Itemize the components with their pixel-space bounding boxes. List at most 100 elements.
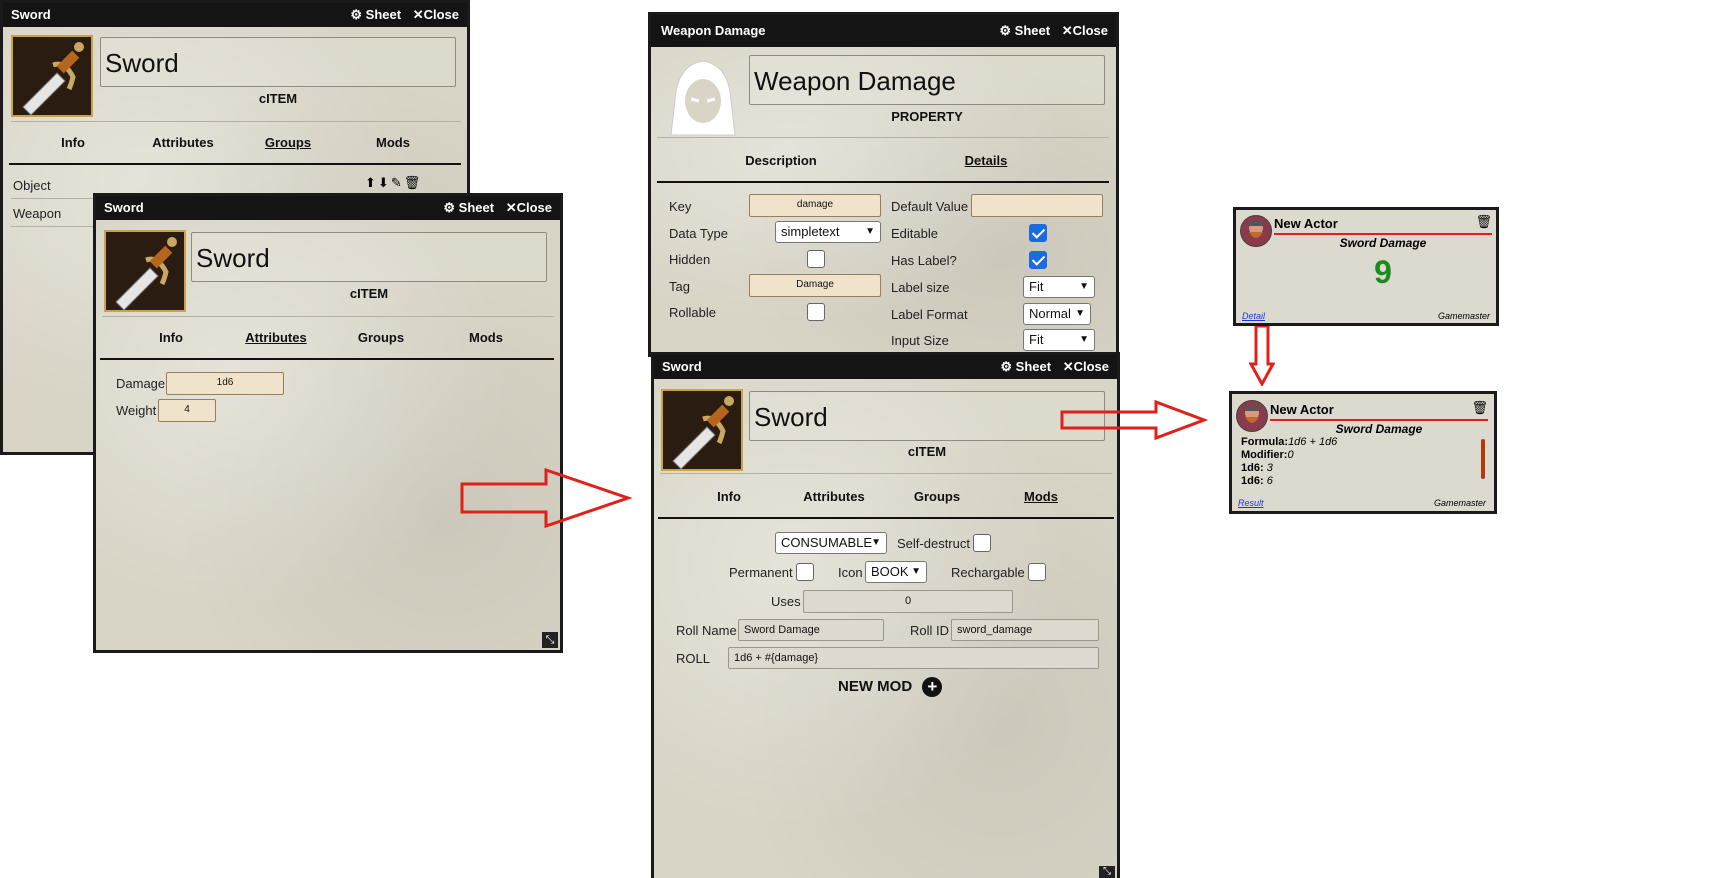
label-format-label: Label Format (891, 307, 968, 322)
editable-checkbox[interactable] (1029, 224, 1047, 242)
sheet-button[interactable]: ⚙ Sheet (1000, 359, 1051, 374)
tab-info[interactable]: Info (674, 489, 784, 504)
window-titlebar[interactable]: Weapon Damage ⚙ Sheet ✕Close (651, 15, 1116, 47)
tab-divider (657, 181, 1109, 183)
tab-info[interactable]: Info (23, 135, 123, 150)
input-size-label: Input Size (891, 333, 949, 348)
input-size-select[interactable]: Fit ▼ (1023, 329, 1095, 351)
roll-title: Sword Damage (1339, 236, 1427, 250)
tab-groups[interactable]: Groups (238, 135, 338, 150)
trash-icon[interactable]: 🗑 (1475, 214, 1492, 230)
chevron-down-icon: ▼ (865, 226, 875, 237)
key-label: Key (669, 199, 692, 214)
tab-mods[interactable]: Mods (343, 135, 443, 150)
rechargable-checkbox[interactable] (1028, 563, 1046, 581)
rollable-label: Rollable (669, 305, 716, 320)
item-type-label: cITEM (907, 444, 947, 459)
uses-input[interactable]: 0 (803, 590, 1013, 613)
tab-info[interactable]: Info (116, 330, 226, 345)
self-destruct-checkbox[interactable] (973, 534, 991, 552)
datatype-select[interactable]: simpletext ▼ (775, 221, 881, 243)
resize-icon[interactable]: ⤡ (542, 632, 558, 648)
weapon-damage-property-window: Weapon Damage ⚙ Sheet ✕Close Weapon Dama… (648, 12, 1119, 357)
window-titlebar[interactable]: Sword ⚙ Sheet ✕Close (654, 355, 1117, 379)
item-portrait[interactable] (661, 389, 743, 471)
gear-icon: ⚙ (350, 7, 363, 22)
chevron-down-icon: ▼ (1075, 308, 1085, 319)
tab-groups[interactable]: Groups (882, 489, 992, 504)
tab-groups[interactable]: Groups (326, 330, 436, 345)
permanent-checkbox[interactable] (796, 563, 814, 581)
item-portrait[interactable] (104, 230, 186, 312)
sheet-button[interactable]: ⚙ Sheet (350, 7, 401, 22)
hidden-checkbox[interactable] (807, 250, 825, 268)
roll-formula-input[interactable]: 1d6 + #{damage} (728, 647, 1099, 669)
rechargable-label: Rechargable (951, 565, 1025, 580)
new-mod-button[interactable]: NEW MOD + (838, 677, 943, 697)
roll-id-input[interactable]: sword_damage (951, 619, 1099, 641)
sheet-button[interactable]: ⚙ Sheet (443, 200, 494, 215)
edit-icon[interactable]: ✎ (391, 175, 404, 190)
sword-sheet-window-mods: Sword ⚙ Sheet ✕Close Sword cITEM Info At… (651, 352, 1120, 878)
group-row-object[interactable]: Object (13, 178, 51, 193)
tab-attributes[interactable]: Attributes (779, 489, 889, 504)
group-row-weapon[interactable]: Weapon (13, 206, 61, 221)
tag-input[interactable]: Damage (749, 274, 881, 297)
sheet-button[interactable]: ⚙ Sheet (999, 23, 1050, 38)
tab-attributes[interactable]: Attributes (128, 135, 238, 150)
red-arrow-down (1249, 324, 1275, 386)
has-label-checkbox[interactable] (1029, 251, 1047, 269)
list-item: 1d6: 6 (1241, 475, 1451, 484)
default-value-input[interactable] (971, 194, 1103, 217)
rollable-checkbox[interactable] (807, 303, 825, 321)
window-titlebar[interactable]: Sword ⚙ Sheet ✕Close (96, 196, 560, 220)
close-button[interactable]: ✕Close (1063, 359, 1109, 374)
close-label: Close (1073, 359, 1109, 374)
tab-description[interactable]: Description (721, 153, 841, 168)
window-titlebar[interactable]: Sword ⚙ Sheet ✕Close (3, 3, 467, 27)
divider (657, 137, 1109, 138)
key-input[interactable]: damage (749, 194, 881, 217)
item-name-field[interactable]: Sword (191, 232, 547, 282)
self-destruct-label: Self-destruct (897, 536, 970, 551)
mod-type-select[interactable]: CONSUMABLE ▼ (775, 532, 887, 554)
item-name-field[interactable]: Sword (100, 37, 456, 87)
item-name-field[interactable]: Sword (749, 391, 1105, 441)
close-button[interactable]: ✕Close (506, 200, 552, 215)
arrow-down-circle-icon[interactable]: ⬇ (378, 175, 391, 190)
sword-icon (672, 396, 734, 470)
close-button[interactable]: ✕Close (413, 7, 459, 22)
roll-result[interactable]: 9 (1274, 254, 1492, 291)
has-label-label: Has Label? (891, 253, 957, 268)
tab-mods[interactable]: Mods (986, 489, 1096, 504)
item-portrait[interactable] (11, 35, 93, 117)
property-name-field[interactable]: Weapon Damage (749, 55, 1105, 105)
close-label: Close (516, 200, 552, 215)
icon-select[interactable]: BOOK ▼ (865, 561, 927, 583)
trash-icon[interactable]: 🗑 (1471, 400, 1488, 416)
accent-bar (1274, 233, 1492, 235)
sword-icon (115, 237, 177, 311)
result-link[interactable]: Result (1238, 498, 1264, 508)
attr-input-weight[interactable]: 4 (158, 399, 216, 422)
resize-icon[interactable]: ⤡ (1099, 866, 1115, 878)
tab-details[interactable]: Details (931, 153, 1041, 168)
divider (102, 316, 554, 317)
sheet-label: Sheet (1015, 359, 1052, 374)
attr-input-damage[interactable]: 1d6 (166, 372, 284, 395)
tab-attributes[interactable]: Attributes (221, 330, 331, 345)
roll-name-input[interactable]: Sword Damage (738, 619, 884, 641)
chat-card-result: New Actor 🗑 Sword Damage 9 Detail Gamema… (1233, 207, 1499, 326)
scrollbar[interactable] (1481, 439, 1485, 479)
tab-mods[interactable]: Mods (431, 330, 541, 345)
datatype-label: Data Type (669, 226, 729, 241)
arrow-up-circle-icon[interactable]: ⬆ (365, 175, 378, 190)
group-row-actions: ⬆⬇✎🗑 (365, 175, 422, 191)
label-format-select[interactable]: Normal ▼ (1023, 303, 1091, 325)
close-button[interactable]: ✕Close (1062, 23, 1108, 38)
item-type-label: cITEM (258, 91, 298, 106)
trash-icon[interactable]: 🗑 (404, 175, 423, 190)
property-portrait[interactable] (663, 57, 743, 137)
detail-link[interactable]: Detail (1242, 311, 1265, 321)
label-size-select[interactable]: Fit ▼ (1023, 276, 1095, 298)
